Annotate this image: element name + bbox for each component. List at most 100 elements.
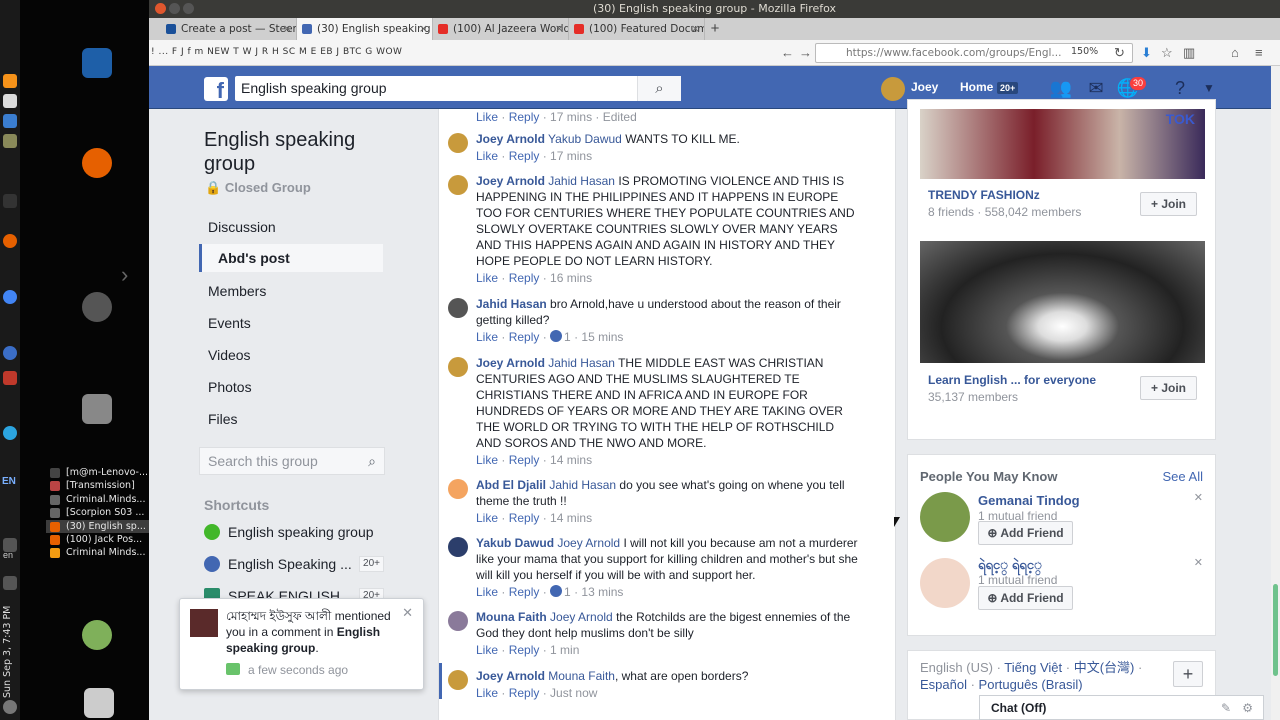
comment-mention[interactable]: Jahid Hasan [548,356,615,370]
close-window-button[interactable] [155,3,166,14]
trash-desktop-icon[interactable] [84,688,114,718]
comment-mention[interactable]: Jahid Hasan [548,174,615,188]
reply-link[interactable]: Reply [509,511,540,525]
avatar[interactable] [920,492,970,542]
reply-link[interactable]: Reply [509,453,540,467]
bookmark-star-icon[interactable]: ☆ [1161,45,1173,61]
comment-author[interactable]: Mouna Faith [476,610,547,624]
comment-time[interactable]: 15 mins [581,330,623,344]
close-icon[interactable]: × [419,18,428,40]
compose-icon[interactable]: ✎ [1221,696,1231,720]
avatar[interactable] [448,357,468,377]
close-icon[interactable]: × [555,18,564,40]
taskbar-item[interactable]: [m@m-Lenovo-... [46,466,150,479]
reply-link[interactable]: Reply [509,330,540,344]
avatar[interactable] [448,133,468,153]
close-icon[interactable]: × [283,18,292,40]
forward-icon[interactable]: → [799,45,812,60]
comment-author[interactable]: Joey Arnold [476,174,545,188]
comment-mention[interactable]: Joey Arnold [557,536,620,550]
reload-icon[interactable]: ↻ [1114,45,1125,61]
reply-link[interactable]: Reply [509,149,540,163]
comment-author[interactable]: Joey Arnold [476,132,545,146]
comment-author[interactable]: Joey Arnold [476,356,545,370]
comment-mention[interactable]: Mouna Faith [548,669,615,683]
avatar[interactable] [448,298,468,318]
search-icon[interactable]: ⌕ [368,448,376,474]
like-link[interactable]: Like [476,453,498,467]
help-icon[interactable]: ? [1168,77,1192,99]
see-all-link[interactable]: See All [1163,469,1203,484]
comment-author[interactable]: Abd El Djalil [476,478,546,492]
language-link[interactable]: Tiếng Việt [1004,660,1062,675]
close-icon[interactable]: ✕ [1194,491,1203,504]
atom-icon[interactable] [3,346,17,360]
reply-link[interactable]: Reply [509,643,540,657]
avatar[interactable] [448,479,468,499]
like-link[interactable]: Like [476,149,498,163]
avatar[interactable] [448,670,468,690]
add-friend-button[interactable]: ⊕ Add Friend [978,586,1073,610]
ubuntu-desktop-icon[interactable] [82,292,112,322]
like-link[interactable]: Like [476,643,498,657]
comment-time[interactable]: 13 mins [581,585,623,599]
nav-members[interactable]: Members [199,277,383,305]
comment-author[interactable]: Yakub Dawud [476,536,554,550]
close-icon[interactable]: ✕ [1194,556,1203,569]
close-icon[interactable]: × [691,18,700,40]
like-link[interactable]: Like [476,110,498,124]
group-name-link[interactable]: Learn English ... for everyone [928,373,1096,387]
taskbar-item[interactable]: Criminal Minds... [46,546,150,559]
comment-time[interactable]: Just now [550,686,597,700]
like-count[interactable]: 1 [564,585,571,599]
keyboard-layout-indicator[interactable]: EN [2,476,16,487]
like-link[interactable]: Like [476,686,498,700]
system-clock[interactable]: Sun Sep 3, 7:43 PM [2,606,13,698]
like-link[interactable]: Like [476,330,498,344]
browser-tab[interactable]: (30) English speaking gr...× [297,18,433,40]
taskbar-item[interactable]: (30) English sp... [46,519,150,533]
comment-time[interactable]: 17 mins · Edited [550,110,637,124]
avatar[interactable] [881,77,905,101]
reply-link[interactable]: Reply [509,271,540,285]
comment-time[interactable]: 17 mins [550,149,592,163]
user-desktop-icon[interactable] [82,620,112,650]
scrollbar-thumb[interactable] [1273,584,1278,676]
gear-icon[interactable]: ⚙ [1242,696,1253,720]
maximize-window-button[interactable] [183,3,194,14]
bitcoin-icon[interactable] [3,74,17,88]
comment-time[interactable]: 14 mins [550,453,592,467]
nav-photos[interactable]: Photos [199,373,383,401]
reply-link[interactable]: Reply [509,585,540,599]
nav-files[interactable]: Files [199,405,383,433]
comment-author[interactable]: Joey Arnold [476,669,545,683]
comment-mention[interactable]: Joey Arnold [550,610,613,624]
avatar[interactable] [448,175,468,195]
bookmarks-bar[interactable]: ! ... F J f m NEW T W J R H SC M E EB J … [151,47,781,61]
taskbar-item[interactable]: Criminal.Minds... [46,493,150,506]
new-tab-button[interactable]: + [705,18,725,40]
account-menu-icon[interactable]: ▼ [1197,77,1221,99]
like-count[interactable]: 1 [564,330,571,344]
person-name-link[interactable]: Gemanai Tindog [978,493,1080,508]
library-icon[interactable]: ▥ [1183,45,1195,61]
volume-icon[interactable] [3,576,17,590]
profile-link[interactable]: Joey [911,80,938,94]
avatar[interactable] [448,611,468,631]
filezilla-icon[interactable] [3,371,17,385]
group-search-input[interactable]: Search this group ⌕ [199,447,385,475]
mutual-friends[interactable]: 1 mutual friend [978,573,1057,587]
group-cover-image[interactable]: TOK [920,109,1205,179]
comment-time[interactable]: 16 mins [550,271,592,285]
shortcut-item[interactable]: English Speaking ... 20+ [204,552,384,576]
like-link[interactable]: Like [476,271,498,285]
like-link[interactable]: Like [476,585,498,599]
search-input[interactable]: English speaking group ⌕ [235,76,681,101]
drive-desktop-icon[interactable] [82,394,112,424]
add-friend-button[interactable]: ⊕ Add Friend [978,521,1073,545]
zoom-indicator[interactable]: 150% [1071,46,1098,57]
join-group-button[interactable]: + Join [1140,376,1197,400]
home-link[interactable]: Home [960,80,993,94]
comment-time[interactable]: 1 min [550,643,579,657]
avatar[interactable] [920,558,970,608]
